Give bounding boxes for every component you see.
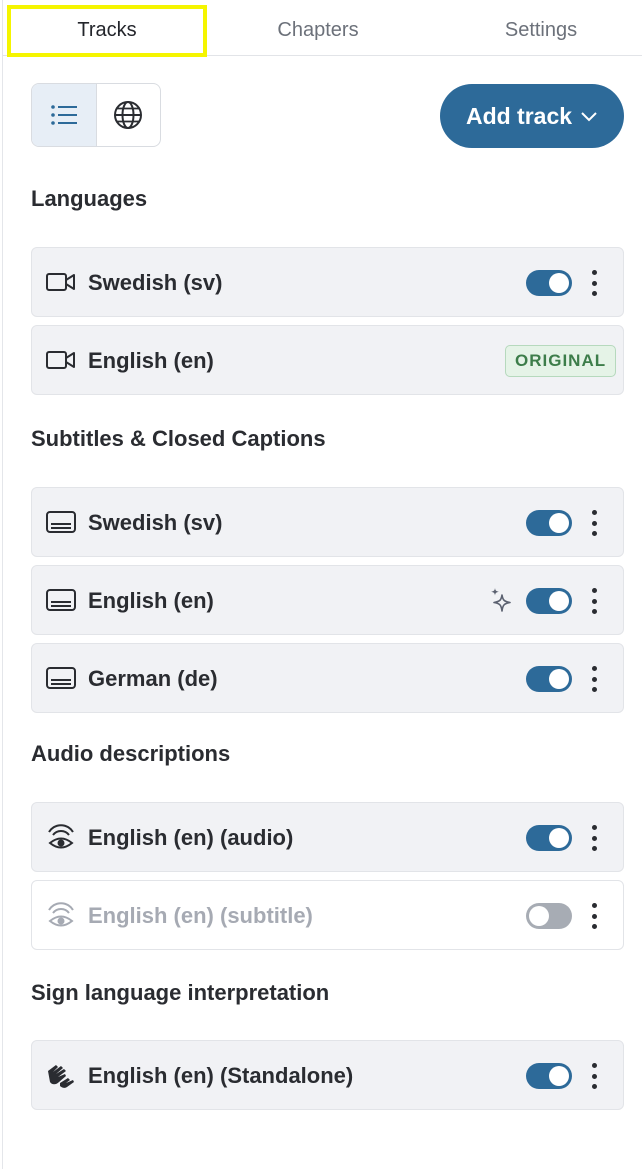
track-label: English (en) (subtitle) <box>88 903 313 928</box>
tab-settings[interactable]: Settings <box>441 0 641 56</box>
track-label: Swedish (sv) <box>88 270 223 295</box>
track-row[interactable]: English (en) ORIGINAL <box>31 325 624 395</box>
more-options-icon[interactable] <box>587 664 601 694</box>
subtitles-icon <box>46 587 76 613</box>
video-camera-icon <box>46 269 76 295</box>
section-title-sign-language: Sign language interpretation <box>31 980 330 1005</box>
track-label: English (en) <box>88 348 214 373</box>
more-options-icon[interactable] <box>587 268 601 298</box>
more-options-icon[interactable] <box>587 901 601 931</box>
more-options-icon[interactable] <box>587 823 601 853</box>
view-toggle <box>31 83 161 147</box>
track-toggle[interactable] <box>526 903 572 929</box>
track-label: Swedish (sv) <box>88 510 223 535</box>
tab-tracks[interactable]: Tracks <box>7 0 207 56</box>
more-options-icon[interactable] <box>587 1061 601 1091</box>
add-track-label: Add track <box>465 102 573 129</box>
list-view-button[interactable] <box>32 84 97 146</box>
sign-language-icon <box>46 1062 76 1088</box>
sparkle-icon <box>490 587 514 615</box>
audio-description-icon <box>46 902 76 928</box>
section-title-audio-descriptions: Audio descriptions <box>31 741 231 766</box>
audio-description-icon <box>46 824 76 850</box>
track-row[interactable]: English (en) (subtitle) <box>31 880 624 950</box>
track-toggle[interactable] <box>526 666 572 692</box>
globe-icon <box>114 101 143 129</box>
track-row[interactable]: English (en) (audio) <box>31 802 624 872</box>
section-title-languages: Languages <box>31 186 148 211</box>
list-icon <box>50 105 77 125</box>
tracks-panel: Tracks Chapters Settings Add track Langu… <box>2 0 642 1169</box>
track-toggle[interactable] <box>526 825 572 851</box>
tab-bar: Tracks Chapters Settings <box>3 0 642 56</box>
globe-view-button[interactable] <box>97 84 161 146</box>
track-toggle[interactable] <box>526 588 572 614</box>
track-label: English (en) (audio) <box>88 825 294 850</box>
add-track-button[interactable]: Add track <box>440 84 624 148</box>
section-title-subtitles: Subtitles & Closed Captions <box>31 426 326 451</box>
track-label: English (en) <box>88 588 214 613</box>
track-toggle[interactable] <box>526 270 572 296</box>
tab-chapters[interactable]: Chapters <box>218 0 418 56</box>
track-row[interactable]: Swedish (sv) <box>31 487 624 557</box>
track-row[interactable]: English (en) (Standalone) <box>31 1040 624 1110</box>
track-row[interactable]: English (en) <box>31 565 624 635</box>
subtitles-icon <box>46 509 76 535</box>
track-row[interactable]: Swedish (sv) <box>31 247 624 317</box>
track-toggle[interactable] <box>526 510 572 536</box>
chevron-down-icon <box>581 112 597 122</box>
more-options-icon[interactable] <box>587 508 601 538</box>
video-camera-icon <box>46 347 76 373</box>
original-badge: ORIGINAL <box>505 345 617 377</box>
track-label: German (de) <box>88 666 218 691</box>
subtitles-icon <box>46 665 76 691</box>
track-row[interactable]: German (de) <box>31 643 624 713</box>
track-toggle[interactable] <box>526 1063 572 1089</box>
track-label: English (en) (Standalone) <box>88 1063 354 1088</box>
more-options-icon[interactable] <box>587 586 601 616</box>
